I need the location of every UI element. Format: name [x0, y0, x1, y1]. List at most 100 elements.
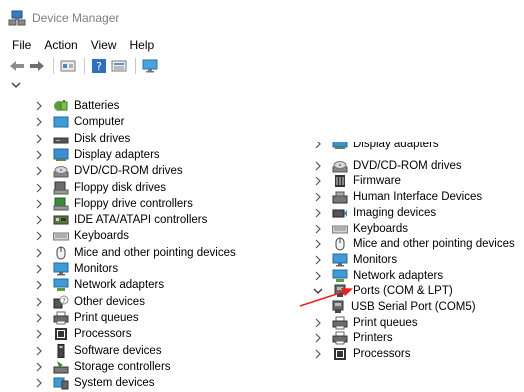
tree-item-label: Floppy drive controllers — [74, 197, 193, 210]
chevron-right-icon[interactable] — [312, 270, 324, 282]
help-icon[interactable]: ? — [90, 58, 108, 74]
chevron-right-icon[interactable] — [312, 142, 324, 150]
menu-bar: File Action View Help — [12, 37, 167, 53]
tree-item-label: Floppy disk drives — [74, 181, 167, 194]
tree-item-label: Display adapters — [353, 142, 439, 150]
tree-category-item[interactable]: Firmware — [312, 173, 401, 189]
chevron-right-icon[interactable] — [312, 223, 324, 235]
tree-item-label: Display adapters — [74, 148, 160, 161]
tree-category-item[interactable]: ? Other devices — [33, 294, 145, 310]
system-devices-icon — [53, 376, 69, 390]
chevron-right-icon[interactable] — [33, 328, 45, 340]
printer-icon — [53, 311, 69, 325]
tree-category-item[interactable]: Keyboards — [33, 228, 129, 244]
tree-item-label: Processors — [74, 328, 132, 341]
chevron-right-icon[interactable] — [312, 332, 324, 344]
chevron-right-icon[interactable] — [33, 345, 45, 357]
tree-category-item[interactable]: Software devices — [33, 343, 162, 359]
tree-category-item[interactable]: IDE ATA/ATAPI controllers — [33, 212, 207, 228]
chevron-right-icon[interactable] — [33, 279, 45, 291]
chevron-right-icon[interactable] — [33, 116, 45, 128]
tree-category-item[interactable]: Print queues — [312, 315, 418, 331]
tree-item-label: IDE ATA/ATAPI controllers — [74, 214, 208, 227]
chevron-right-icon[interactable] — [33, 100, 45, 112]
chevron-right-icon[interactable] — [33, 247, 45, 259]
chevron-right-icon[interactable] — [312, 191, 324, 203]
tree-category-item[interactable]: Mice and other pointing devices — [33, 245, 236, 261]
tree-category-item[interactable]: Print queues — [33, 310, 139, 326]
device-manager-icon — [8, 10, 26, 26]
toolbar-separator — [53, 58, 54, 74]
menu-file[interactable]: File — [12, 38, 31, 52]
tree-category-item[interactable]: Batteries — [33, 98, 119, 114]
chevron-right-icon[interactable] — [33, 296, 45, 308]
chevron-right-icon[interactable] — [312, 348, 324, 360]
chevron-right-icon[interactable] — [33, 133, 45, 145]
monitor-icon — [332, 253, 348, 267]
other-devices-icon: ? — [53, 295, 69, 309]
back-icon[interactable] — [8, 58, 26, 74]
forward-icon[interactable] — [28, 58, 46, 74]
monitor-icon — [53, 262, 69, 276]
properties-icon[interactable] — [59, 58, 77, 74]
tree-category-item[interactable]: Printers — [312, 330, 393, 346]
tree-category-item[interactable]: Floppy drive controllers — [33, 196, 193, 212]
tree-category-item[interactable]: Network adapters — [33, 277, 164, 293]
tree-category-item[interactable]: Keyboards — [312, 221, 408, 237]
tree-category-item[interactable]: Imaging devices — [312, 205, 436, 221]
chevron-right-icon[interactable] — [33, 361, 45, 373]
mouse-icon — [53, 246, 69, 260]
tree-category-item[interactable]: Network adapters — [312, 268, 443, 284]
tree-category-item[interactable]: Display adapters — [312, 142, 439, 150]
printer-icon — [332, 331, 348, 345]
chevron-right-icon[interactable] — [33, 214, 45, 226]
chevron-right-icon[interactable] — [33, 165, 45, 177]
chevron-right-icon[interactable] — [312, 254, 324, 266]
chevron-right-icon[interactable] — [33, 263, 45, 275]
processor-icon — [332, 347, 348, 361]
tree-category-item[interactable]: Display adapters — [33, 147, 160, 163]
chevron-right-icon[interactable] — [33, 230, 45, 242]
menu-action[interactable]: Action — [44, 38, 77, 52]
toolbar: ? — [8, 56, 161, 76]
chevron-right-icon[interactable] — [33, 149, 45, 161]
chevron-right-icon[interactable] — [312, 175, 324, 187]
tree-category-item[interactable]: DVD/CD-ROM drives — [33, 163, 183, 179]
annotation-arrow — [299, 288, 353, 307]
tree-item-label: Disk drives — [74, 132, 131, 145]
tree-root-expand-icon[interactable] — [11, 80, 21, 90]
tree-category-item[interactable]: Mice and other pointing devices — [312, 236, 515, 252]
mouse-icon — [332, 237, 348, 251]
toolbar-separator — [84, 58, 85, 74]
network-adapter-icon — [53, 278, 69, 292]
tree-category-item[interactable]: Monitors — [312, 252, 397, 268]
tree-category-item[interactable]: DVD/CD-ROM drives — [312, 158, 462, 174]
chevron-right-icon[interactable] — [33, 312, 45, 324]
chevron-right-icon[interactable] — [312, 160, 324, 172]
window-title: Device Manager — [32, 11, 120, 25]
tree-category-item[interactable]: Storage controllers — [33, 359, 171, 375]
tree-item-label: Printers — [353, 332, 393, 345]
tree-category-item[interactable]: Floppy disk drives — [33, 180, 166, 196]
monitor-icon[interactable] — [141, 58, 159, 74]
tree-category-item[interactable]: System devices — [33, 375, 155, 391]
chevron-right-icon[interactable] — [33, 377, 45, 389]
battery-icon — [53, 99, 69, 113]
tree-category-item[interactable]: Computer — [33, 114, 125, 130]
chevron-right-icon[interactable] — [33, 198, 45, 210]
tree-category-item[interactable]: Disk drives — [33, 131, 130, 147]
tree-category-item[interactable]: Processors — [33, 326, 132, 342]
tree-category-item[interactable]: Processors — [312, 346, 411, 362]
chevron-right-icon[interactable] — [312, 238, 324, 250]
menu-view[interactable]: View — [91, 38, 117, 52]
menu-help[interactable]: Help — [130, 38, 155, 52]
view-icon[interactable] — [110, 58, 128, 74]
tree-item-label: DVD/CD-ROM drives — [353, 159, 462, 172]
chevron-right-icon[interactable] — [33, 182, 45, 194]
chevron-right-icon[interactable] — [312, 317, 324, 329]
tree-category-item[interactable]: Human Interface Devices — [312, 189, 482, 205]
chevron-right-icon[interactable] — [312, 207, 324, 219]
tree-item-label: Other devices — [74, 295, 145, 308]
storage-controller-icon — [53, 360, 69, 374]
tree-category-item[interactable]: Monitors — [33, 261, 118, 277]
